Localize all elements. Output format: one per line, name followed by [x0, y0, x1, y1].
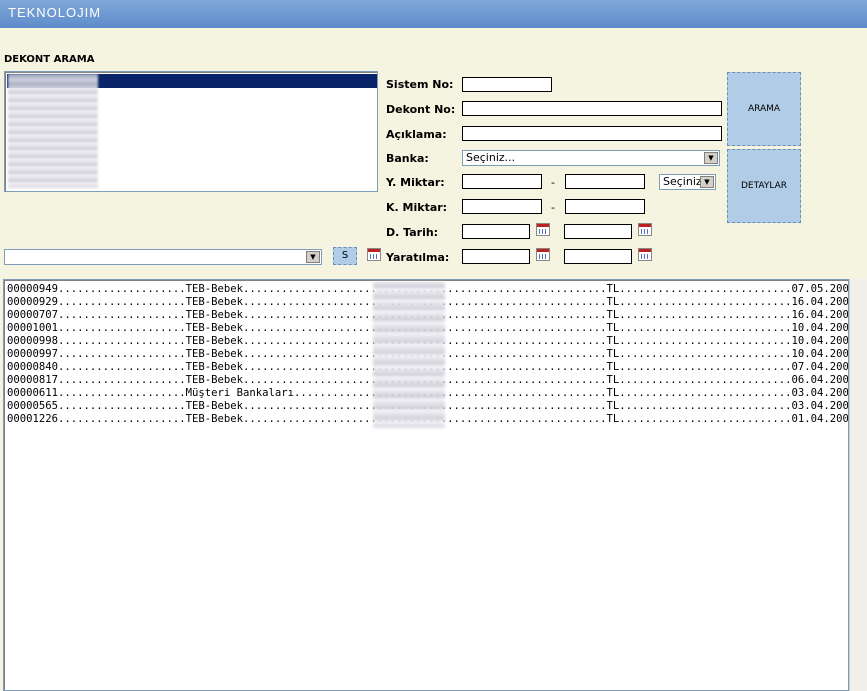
k-miktar-separator: -	[551, 201, 555, 214]
yaratilma-start-input[interactable]	[462, 249, 530, 264]
dekont-no-input[interactable]	[462, 101, 722, 116]
calendar-icon[interactable]	[536, 223, 550, 236]
title-bar: TEKNOLOJIM	[0, 0, 867, 28]
filter-select[interactable]: ▼	[4, 249, 322, 265]
calendar-icon[interactable]	[367, 248, 381, 261]
k-miktar-min-input[interactable]	[462, 199, 542, 214]
redacted-list-content	[8, 74, 98, 188]
currency-select[interactable]: Seçiniz ▼	[659, 174, 716, 190]
calendar-icon[interactable]	[638, 223, 652, 236]
aciklama-input[interactable]	[462, 126, 722, 141]
sistem-no-input[interactable]	[462, 77, 552, 92]
y-miktar-max-input[interactable]	[565, 174, 645, 189]
chevron-down-icon[interactable]: ▼	[704, 152, 718, 164]
yaratilma-label: Yaratılma:	[386, 251, 450, 264]
y-miktar-label: Y. Miktar:	[386, 176, 445, 189]
k-miktar-label: K. Miktar:	[386, 201, 448, 214]
k-miktar-max-input[interactable]	[565, 199, 645, 214]
d-tarih-label: D. Tarih:	[386, 226, 439, 239]
results-list[interactable]: 00000949....................TEB-Bebek...…	[3, 279, 849, 691]
calendar-icon[interactable]	[638, 248, 652, 261]
d-tarih-end-input[interactable]	[564, 224, 632, 239]
brand-logo: TEKNOLOJIM	[8, 5, 102, 20]
chevron-down-icon[interactable]: ▼	[306, 251, 320, 263]
chevron-down-icon[interactable]: ▼	[700, 176, 714, 188]
s-button[interactable]: S	[333, 247, 357, 265]
calendar-icon[interactable]	[536, 248, 550, 261]
aciklama-label: Açıklama:	[386, 128, 447, 141]
detaylar-button[interactable]: DETAYLAR	[727, 149, 801, 223]
yaratilma-end-input[interactable]	[564, 249, 632, 264]
y-miktar-min-input[interactable]	[462, 174, 542, 189]
sistem-no-label: Sistem No:	[386, 78, 454, 91]
banka-select-value: Seçiniz...	[466, 151, 516, 164]
dekont-no-label: Dekont No:	[386, 103, 456, 116]
account-listbox[interactable]	[4, 71, 378, 192]
page-title: DEKONT ARAMA	[4, 54, 95, 65]
currency-select-value: Seçiniz	[663, 175, 702, 188]
arama-button[interactable]: ARAMA	[727, 72, 801, 146]
results-scrollbar[interactable]	[849, 279, 867, 691]
y-miktar-separator: -	[551, 176, 555, 189]
banka-label: Banka:	[386, 152, 429, 165]
redacted-amount-column	[373, 282, 445, 428]
d-tarih-start-input[interactable]	[462, 224, 530, 239]
banka-select[interactable]: Seçiniz... ▼	[462, 150, 720, 166]
